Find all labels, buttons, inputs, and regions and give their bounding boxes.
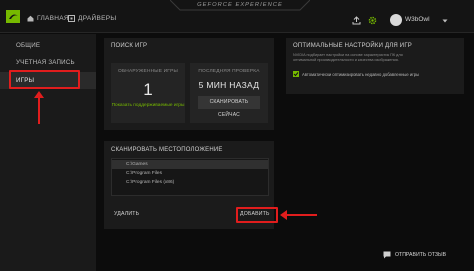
annotation-box-games — [9, 70, 80, 89]
avatar[interactable] — [390, 14, 402, 26]
brand-title: GEFORCE EXPERIENCE — [197, 2, 283, 8]
optimal-settings-description-2: оптимальной производительности и качеств… — [293, 58, 399, 62]
show-supported-games-link[interactable]: Показать поддерживаемые игры — [111, 103, 185, 108]
annotation-arrow-up — [34, 91, 44, 124]
annotation-box-add — [236, 207, 278, 223]
found-games-card: ОБНАРУЖЕННЫЕ ИГРЫ 1 Показать поддерживае… — [111, 63, 185, 123]
checkmark-icon — [293, 72, 299, 77]
sidebar-item-account[interactable]: УЧЕТНАЯ ЗАПИСЬ — [0, 54, 96, 71]
share-icon[interactable] — [352, 16, 361, 25]
list-item[interactable]: C:\Program Files — [112, 169, 268, 178]
last-scan-card: ПОСЛЕДНЯЯ ПРОВЕРКА 5 МИН НАЗАД СКАНИРОВА… — [190, 63, 268, 123]
tab-drivers-label: ДРАЙВЕРЫ — [78, 15, 117, 22]
sidebar-item-general[interactable]: ОБЩИЕ — [0, 37, 96, 54]
chevron-down-icon[interactable] — [442, 18, 448, 24]
feedback-button[interactable]: ОТПРАВИТЬ ОТЗЫВ — [383, 251, 446, 259]
home-icon — [27, 15, 34, 22]
list-item[interactable]: C:\Games — [112, 160, 268, 169]
found-games-label: ОБНАРУЖЕННЫЕ ИГРЫ — [118, 69, 178, 74]
annotation-arrow-left — [280, 210, 317, 220]
game-search-panel: ПОИСК ИГР ОБНАРУЖЕННЫЕ ИГРЫ 1 Показать п… — [104, 38, 274, 130]
tab-drivers[interactable]: ДРАЙВЕРЫ — [68, 15, 116, 22]
auto-optimize-checkbox[interactable] — [293, 71, 299, 77]
found-games-count: 1 — [143, 80, 153, 99]
optimal-settings-title: ОПТИМАЛЬНЫЕ НАСТРОЙКИ ДЛЯ ИГР — [293, 43, 412, 49]
tab-home[interactable]: ГЛАВНАЯ — [27, 15, 69, 22]
chat-bubble-icon — [383, 251, 391, 259]
auto-optimize-label[interactable]: Автоматически оптимизировать недавно доб… — [302, 72, 419, 77]
username[interactable]: W3bOwl — [405, 16, 430, 23]
optimal-settings-panel: ОПТИМАЛЬНЫЕ НАСТРОЙКИ ДЛЯ ИГР NVIDIA под… — [286, 38, 464, 94]
brand-header: GEFORCE EXPERIENCE — [170, 0, 310, 12]
list-item[interactable]: C:\Program Files (x86) — [112, 178, 268, 187]
nvidia-logo-icon[interactable] — [6, 10, 20, 23]
scan-location-list: C:\Games C:\Program Files C:\Program Fil… — [111, 158, 269, 196]
last-scan-value: 5 МИН НАЗАД — [198, 80, 260, 90]
feedback-label: ОТПРАВИТЬ ОТЗЫВ — [395, 252, 447, 258]
scan-location-title: СКАНИРОВАТЬ МЕСТОПОЛОЖЕНИЕ — [111, 147, 223, 153]
settings-gear-icon[interactable] — [368, 16, 377, 25]
scan-now-button[interactable]: СКАНИРОВАТЬ СЕЙЧАС — [198, 96, 260, 118]
last-scan-label: ПОСЛЕДНЯЯ ПРОВЕРКА — [198, 69, 260, 74]
remove-button[interactable]: УДАЛИТЬ — [114, 211, 139, 217]
tab-home-label: ГЛАВНАЯ — [37, 15, 69, 22]
top-bar: GEFORCE EXPERIENCE ГЛАВНАЯ ДРАЙВЕРЫ W3bO… — [0, 0, 474, 33]
drivers-icon — [68, 15, 75, 22]
game-search-title: ПОИСК ИГР — [111, 43, 148, 49]
